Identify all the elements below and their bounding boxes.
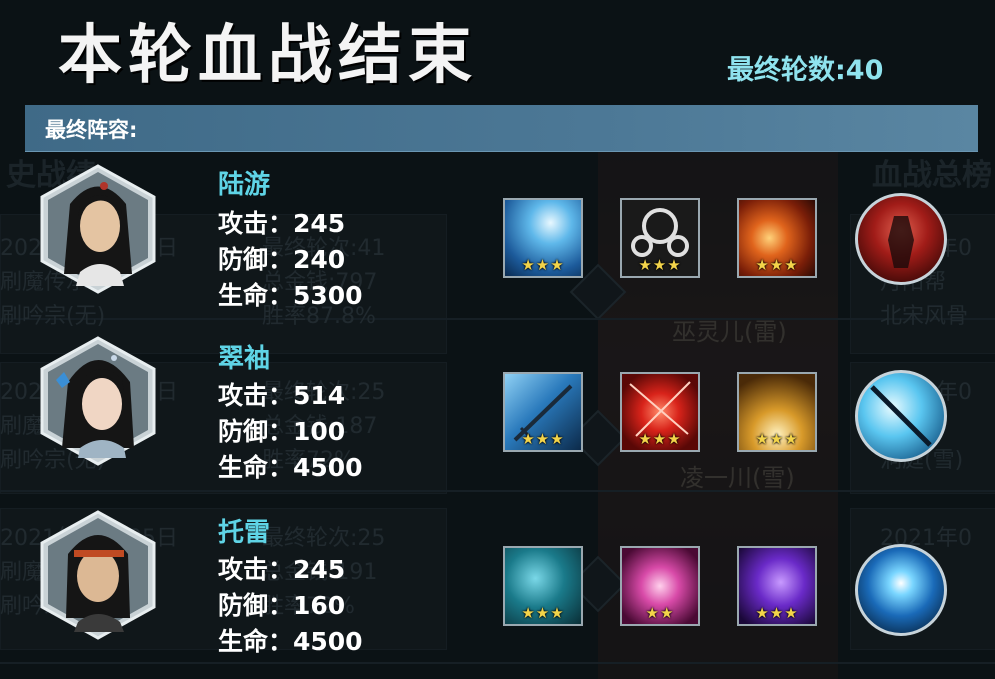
hero-attack: 攻击：245 xyxy=(218,209,346,238)
final-rounds-label: 最终轮数:40 xyxy=(727,55,884,86)
hero-defense: 防御：100 xyxy=(218,417,346,446)
skull-skill-icon[interactable]: ★★★ xyxy=(620,198,700,278)
hero-defense: 防御：240 xyxy=(218,245,346,274)
golden-blades-skill-icon[interactable]: ★★★ xyxy=(737,372,817,452)
skill-stars: ★★★ xyxy=(521,604,565,622)
ice-blade-ultimate-icon[interactable] xyxy=(855,370,947,462)
hero-defense: 防御：160 xyxy=(218,591,346,620)
crimson-warrior-ultimate-icon[interactable] xyxy=(855,193,947,285)
lineup-header-bar: 最终阵容: xyxy=(25,105,978,152)
ice-shard-skill-icon[interactable]: ★★★ xyxy=(503,198,583,278)
hero-portrait-hexagon[interactable] xyxy=(40,164,156,294)
pink-pillar-skill-icon[interactable]: ★★ xyxy=(620,546,700,626)
skill-stars: ★★★ xyxy=(521,256,565,274)
hero-row: 托雷 攻击：245 防御：160 生命：4500 ★★★ ★★ ★★★ xyxy=(0,508,995,668)
purple-dragon-skill-icon[interactable]: ★★★ xyxy=(737,546,817,626)
hero-attack: 攻击：245 xyxy=(218,555,346,584)
hero-name: 托雷 xyxy=(218,518,271,548)
hero-hp: 生命：4500 xyxy=(218,453,363,482)
hero-attack: 攻击：514 xyxy=(218,381,346,410)
page-title: 本轮血战结束 xyxy=(58,18,478,93)
skill-stars: ★★★ xyxy=(755,430,799,448)
water-mist-skill-icon[interactable]: ★★★ xyxy=(503,546,583,626)
blue-orb-ultimate-icon[interactable] xyxy=(855,544,947,636)
hero-name: 陆游 xyxy=(218,170,271,200)
hero-name: 翠袖 xyxy=(218,344,271,374)
lineup-label: 最终阵容: xyxy=(45,118,138,142)
hero-hp: 生命：4500 xyxy=(218,627,363,656)
fire-burst-skill-icon[interactable]: ★★★ xyxy=(737,198,817,278)
skill-stars: ★★★ xyxy=(638,256,682,274)
skill-stars: ★★★ xyxy=(755,604,799,622)
hero-row: 陆游 攻击：245 防御：240 生命：5300 ★★★ ★★★ ★★★ xyxy=(0,160,995,320)
hero-hp: 生命：5300 xyxy=(218,281,363,310)
hero-portrait-hexagon[interactable] xyxy=(40,336,156,466)
sword-skill-icon[interactable]: ★★★ xyxy=(503,372,583,452)
hero-row: 翠袖 攻击：514 防御：100 生命：4500 ★★★ ★★★ ★★★ xyxy=(0,334,995,494)
skill-stars: ★★★ xyxy=(755,256,799,274)
skill-stars: ★★★ xyxy=(521,430,565,448)
skill-stars: ★★ xyxy=(645,604,675,622)
skill-stars: ★★★ xyxy=(638,430,682,448)
red-slash-skill-icon[interactable]: ★★★ xyxy=(620,372,700,452)
hero-portrait-hexagon[interactable] xyxy=(40,510,156,640)
